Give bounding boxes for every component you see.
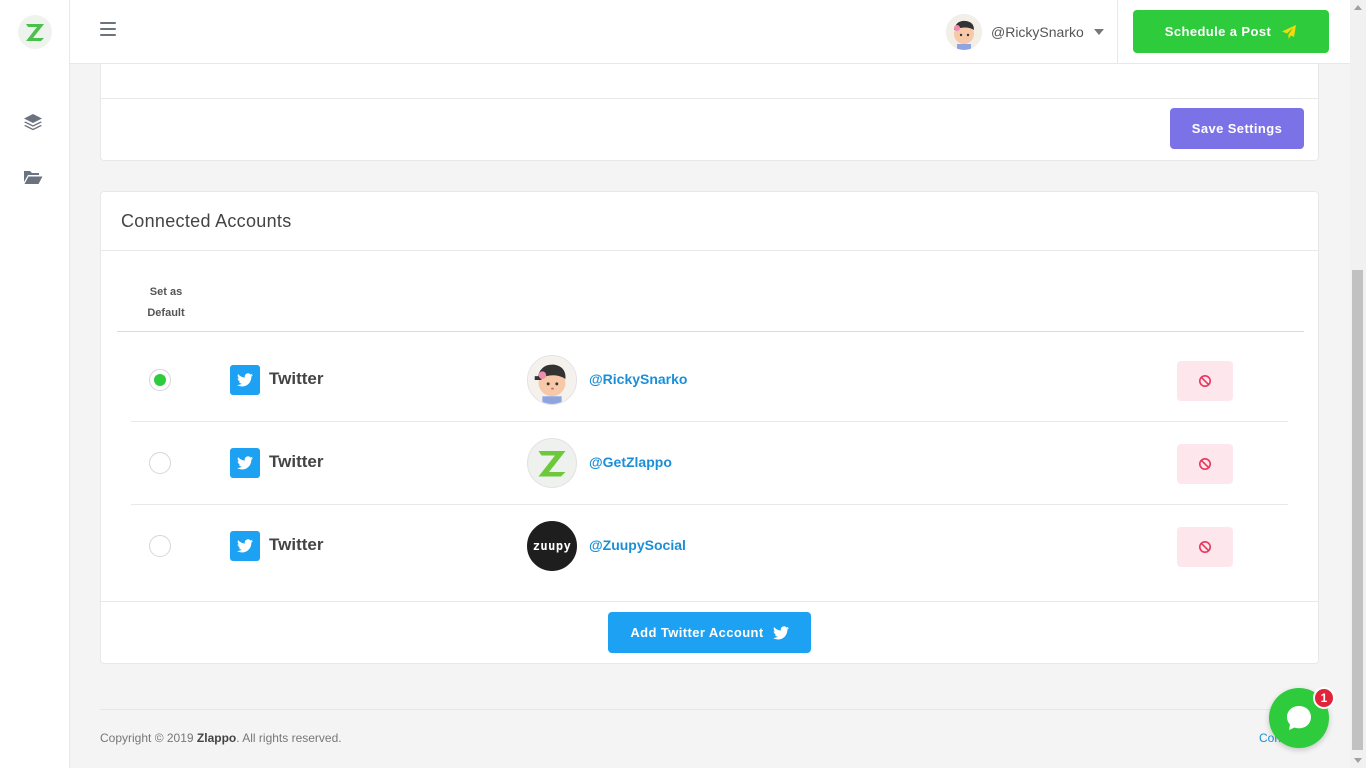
menu-toggle-icon[interactable]: [100, 22, 116, 40]
account-handle-link[interactable]: @GetZlappo: [589, 454, 672, 470]
ban-icon: [1199, 458, 1211, 470]
zlappo-logo-icon: [26, 24, 44, 41]
add-twitter-account-button[interactable]: Add Twitter Account: [608, 612, 811, 653]
sidebar: [0, 0, 70, 768]
title-divider: [101, 250, 1318, 251]
copyright-text: Copyright © 2019 Zlappo. All rights rese…: [100, 731, 342, 745]
ban-icon: [1199, 375, 1211, 387]
account-row: Twitter zuupy @ZuupySocial: [131, 505, 1288, 588]
copyright-brand: Zlappo: [196, 731, 237, 745]
default-radio[interactable]: [149, 535, 171, 557]
add-twitter-account-label: Add Twitter Account: [630, 625, 764, 640]
header-divider-line: [117, 331, 1304, 332]
schedule-post-label: Schedule a Post: [1164, 24, 1272, 39]
page-footer-divider: [100, 709, 1319, 710]
network-label: Twitter: [269, 452, 324, 471]
account-handle-link[interactable]: @RickySnarko: [589, 371, 687, 387]
account-avatar: zuupy: [527, 521, 577, 571]
card-title: Connected Accounts: [121, 211, 292, 231]
top-header: @RickySnarko Schedule a Post: [70, 0, 1350, 64]
scroll-up-arrow-icon[interactable]: [1354, 5, 1362, 10]
default-radio[interactable]: [149, 452, 171, 474]
card-divider: [101, 98, 1318, 99]
header-divider: [1117, 0, 1118, 64]
account-row: Twitter @RickySnarko: [131, 339, 1288, 422]
copyright-prefix: Copyright © 2019: [100, 731, 194, 745]
twitter-icon: [230, 365, 260, 395]
account-handle-link[interactable]: @ZuupySocial: [589, 537, 686, 553]
settings-card: Save Settings: [100, 64, 1319, 161]
user-avatar: [946, 14, 982, 50]
ban-icon: [1199, 541, 1211, 553]
account-avatar: [527, 438, 577, 488]
radio-selected-dot: [154, 374, 166, 386]
username-label: @RickySnarko: [991, 24, 1084, 40]
zlappo-logo-icon: [538, 451, 566, 477]
twitter-icon: [230, 531, 260, 561]
copyright-suffix: . All rights reserved.: [236, 731, 342, 745]
schedule-post-button[interactable]: Schedule a Post: [1133, 10, 1329, 53]
twitter-icon: [772, 625, 789, 640]
account-avatar: [527, 355, 577, 405]
disconnect-button[interactable]: [1177, 527, 1233, 567]
chevron-down-icon: [1093, 29, 1104, 35]
scrollbar-thumb[interactable]: [1352, 270, 1363, 750]
zlappo-logo[interactable]: [18, 15, 52, 49]
twitter-icon: [230, 448, 260, 478]
connected-accounts-card: Connected Accounts Set as Default Twitte…: [100, 191, 1319, 664]
folder-open-icon[interactable]: [22, 166, 44, 188]
network-label: Twitter: [269, 535, 324, 554]
chat-bubble-icon: [1287, 706, 1311, 730]
user-menu[interactable]: @RickySnarko: [946, 14, 1104, 50]
disconnect-button[interactable]: [1177, 361, 1233, 401]
network-label: Twitter: [269, 369, 324, 388]
chat-notification-badge: 1: [1313, 687, 1335, 709]
card-footer-divider: [101, 601, 1318, 602]
set-default-column-header: Set as Default: [147, 286, 185, 319]
page-scrollbar[interactable]: [1350, 0, 1366, 768]
paper-plane-icon: [1281, 24, 1297, 40]
layers-icon[interactable]: [22, 111, 44, 133]
account-row: Twitter @GetZlappo: [131, 422, 1288, 505]
save-settings-button[interactable]: Save Settings: [1170, 108, 1304, 149]
zuupy-logo-text: zuupy: [532, 539, 572, 553]
default-radio[interactable]: [149, 369, 171, 391]
scroll-down-arrow-icon[interactable]: [1354, 758, 1362, 763]
disconnect-button[interactable]: [1177, 444, 1233, 484]
